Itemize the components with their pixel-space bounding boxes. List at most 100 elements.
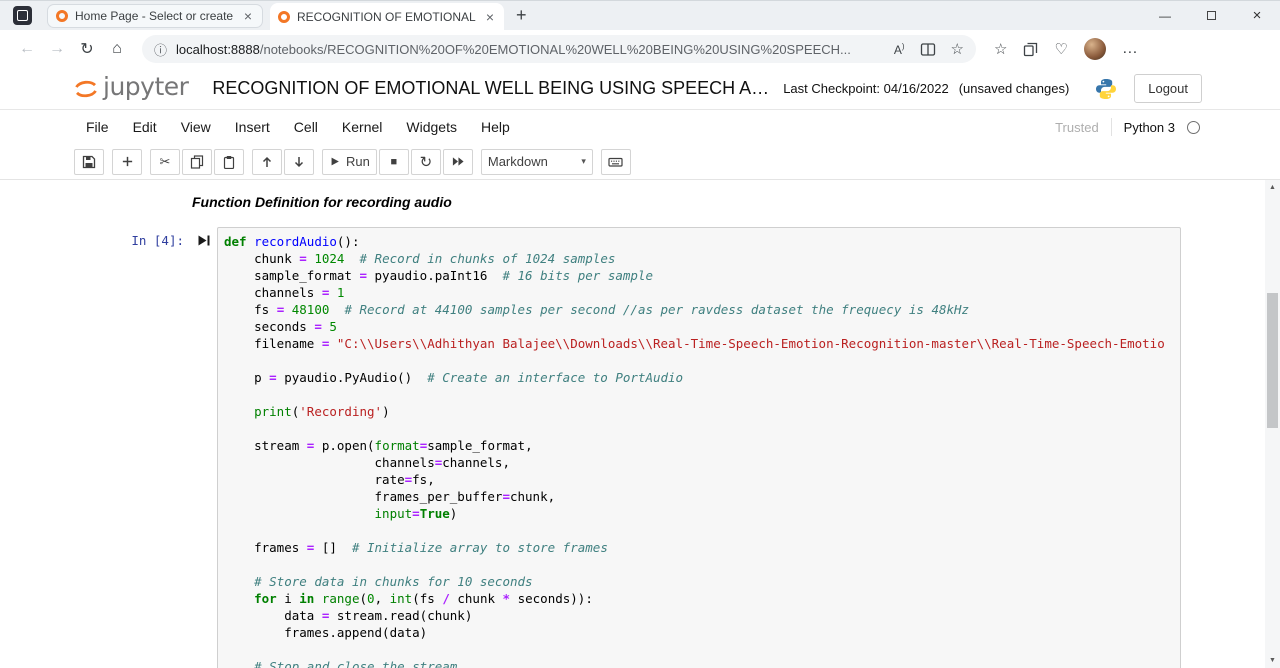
tab-close-icon[interactable]: × <box>484 10 496 24</box>
menu-help[interactable]: Help <box>469 119 522 135</box>
add-favorite-icon[interactable]: ☆ <box>951 40 964 58</box>
unsaved-changes-status: (unsaved changes) <box>958 81 1070 96</box>
browser-tab-home[interactable]: Home Page - Select or create a n × <box>47 3 263 28</box>
menu-cell[interactable]: Cell <box>282 119 330 135</box>
minimize-button[interactable]: — <box>1142 1 1188 30</box>
site-info-icon[interactable]: ⓘ <box>154 40 167 59</box>
jupyter-favicon-icon <box>56 9 68 22</box>
play-bar-icon <box>198 235 210 246</box>
code-line[interactable] <box>224 352 1180 369</box>
jupyter-logo-icon <box>75 80 97 97</box>
code-line[interactable]: frames_per_buffer=chunk, <box>224 488 1180 505</box>
cell-type-select[interactable]: Markdown ▾ <box>480 148 593 175</box>
code-editor[interactable]: def recordAudio(): chunk = 1024 # Record… <box>217 227 1181 668</box>
menu-view[interactable]: View <box>169 119 223 135</box>
code-line[interactable]: def recordAudio(): <box>224 233 1180 250</box>
code-line[interactable] <box>224 522 1180 539</box>
run-button[interactable]: Run <box>322 148 377 175</box>
code-line[interactable]: stream = p.open(format=sample_format, <box>224 437 1180 454</box>
code-line[interactable] <box>224 556 1180 573</box>
code-area[interactable]: def recordAudio(): chunk = 1024 # Record… <box>224 233 1180 668</box>
interrupt-kernel-button[interactable]: ■ <box>378 148 409 175</box>
code-line[interactable]: fs = 48100 # Record at 44100 samples per… <box>224 301 1180 318</box>
code-line[interactable]: seconds = 5 <box>224 318 1180 335</box>
code-line[interactable]: channels = 1 <box>224 284 1180 301</box>
scroll-up-icon[interactable]: ▲ <box>1265 180 1280 195</box>
python-logo-icon <box>1096 78 1117 99</box>
play-icon <box>331 157 339 166</box>
code-line[interactable]: frames = [] # Initialize array to store … <box>224 539 1180 556</box>
scroll-down-icon[interactable]: ▼ <box>1265 653 1280 668</box>
stop-icon: ■ <box>390 155 398 168</box>
split-screen-icon[interactable] <box>920 42 936 57</box>
browser-titlebar: Home Page - Select or create a n × RECOG… <box>0 0 1280 30</box>
copy-cell-button[interactable] <box>182 148 212 175</box>
paste-cell-button[interactable] <box>214 148 244 175</box>
url-host: localhost:8888 <box>176 41 260 57</box>
code-line[interactable]: input=True) <box>224 505 1180 522</box>
code-line[interactable]: data = stream.read(chunk) <box>224 607 1180 624</box>
browser-essentials-icon[interactable]: ♡ <box>1054 40 1067 58</box>
restart-run-all-button[interactable] <box>442 148 473 175</box>
favorites-icon[interactable]: ☆ <box>994 40 1007 58</box>
menu-insert[interactable]: Insert <box>223 119 282 135</box>
restart-kernel-button[interactable]: ↻ <box>410 148 441 175</box>
browser-tab-notebook[interactable]: RECOGNITION OF EMOTIONAL W × <box>270 3 504 30</box>
code-line[interactable] <box>224 386 1180 403</box>
new-tab-button[interactable]: + <box>516 5 527 26</box>
notebook-scrollbar[interactable]: ▲ ▼ <box>1265 180 1280 668</box>
code-line[interactable]: channels=channels, <box>224 454 1180 471</box>
code-line[interactable]: rate=fs, <box>224 471 1180 488</box>
tab-actions-icon[interactable] <box>13 6 32 25</box>
refresh-icon[interactable]: ↻ <box>72 39 102 59</box>
keyboard-icon <box>608 157 623 167</box>
move-cell-up-button[interactable] <box>252 148 282 175</box>
cut-cell-button[interactable]: ✂ <box>150 148 180 175</box>
code-cell: In [4]: def recordAudio(): chunk = 1024 … <box>110 227 1181 668</box>
back-icon[interactable]: ← <box>12 40 42 58</box>
add-cell-button[interactable] <box>112 148 142 175</box>
save-button[interactable] <box>74 148 104 175</box>
home-icon[interactable]: ⌂ <box>102 40 132 58</box>
code-line[interactable]: # Stop and close the stream <box>224 658 1180 668</box>
move-cell-down-button[interactable] <box>284 148 314 175</box>
code-line[interactable]: print('Recording') <box>224 403 1180 420</box>
code-line[interactable] <box>224 641 1180 658</box>
code-line[interactable]: # Store data in chunks for 10 seconds <box>224 573 1180 590</box>
url-input[interactable]: ⓘ localhost:8888/notebooks/RECOGNITION%2… <box>142 35 976 63</box>
scrollbar-thumb[interactable] <box>1267 293 1278 428</box>
code-line[interactable]: chunk = 1024 # Record in chunks of 1024 … <box>224 250 1180 267</box>
notebook-title[interactable]: RECOGNITION OF EMOTIONAL WELL BEING USIN… <box>212 78 769 99</box>
run-cell-marker[interactable] <box>190 227 217 247</box>
menu-kernel[interactable]: Kernel <box>330 119 394 135</box>
tab-title: Home Page - Select or create a n <box>75 8 235 23</box>
jupyter-toolbar: ✂ Run ■ ↻ Markdown ▾ <box>0 144 1280 180</box>
collections-icon[interactable] <box>1023 42 1038 57</box>
tab-title: RECOGNITION OF EMOTIONAL W <box>297 9 477 24</box>
code-line[interactable]: frames.append(data) <box>224 624 1180 641</box>
trusted-status: Trusted <box>1055 119 1099 135</box>
menu-widgets[interactable]: Widgets <box>394 119 469 135</box>
read-aloud-icon[interactable]: A) <box>894 42 905 57</box>
forward-icon[interactable]: → <box>42 40 72 58</box>
menu-file[interactable]: File <box>74 119 121 135</box>
jupyter-logo[interactable]: jupyter <box>72 74 189 103</box>
profile-avatar[interactable] <box>1083 38 1106 60</box>
restart-icon: ↻ <box>419 153 433 171</box>
kernel-name: Python 3 <box>1123 119 1175 135</box>
tab-close-icon[interactable]: × <box>242 9 254 23</box>
close-window-button[interactable]: × <box>1234 1 1280 30</box>
code-line[interactable]: sample_format = pyaudio.paInt16 # 16 bit… <box>224 267 1180 284</box>
maximize-button[interactable] <box>1188 1 1234 30</box>
menu-edit[interactable]: Edit <box>121 119 169 135</box>
code-line[interactable]: filename = "C:\\Users\\Adhithyan Balajee… <box>224 335 1180 352</box>
maximize-icon <box>1206 11 1216 20</box>
browser-action-icons: ☆ ♡ … <box>994 38 1139 60</box>
code-line[interactable]: p = pyaudio.PyAudio() # Create an interf… <box>224 369 1180 386</box>
settings-more-icon[interactable]: … <box>1122 40 1139 58</box>
logout-button[interactable]: Logout <box>1134 74 1202 103</box>
code-line[interactable]: for i in range(0, int(fs / chunk * secon… <box>224 590 1180 607</box>
code-line[interactable] <box>224 420 1180 437</box>
markdown-cell-heading[interactable]: Function Definition for recording audio <box>192 194 1280 210</box>
command-palette-button[interactable] <box>600 148 631 175</box>
